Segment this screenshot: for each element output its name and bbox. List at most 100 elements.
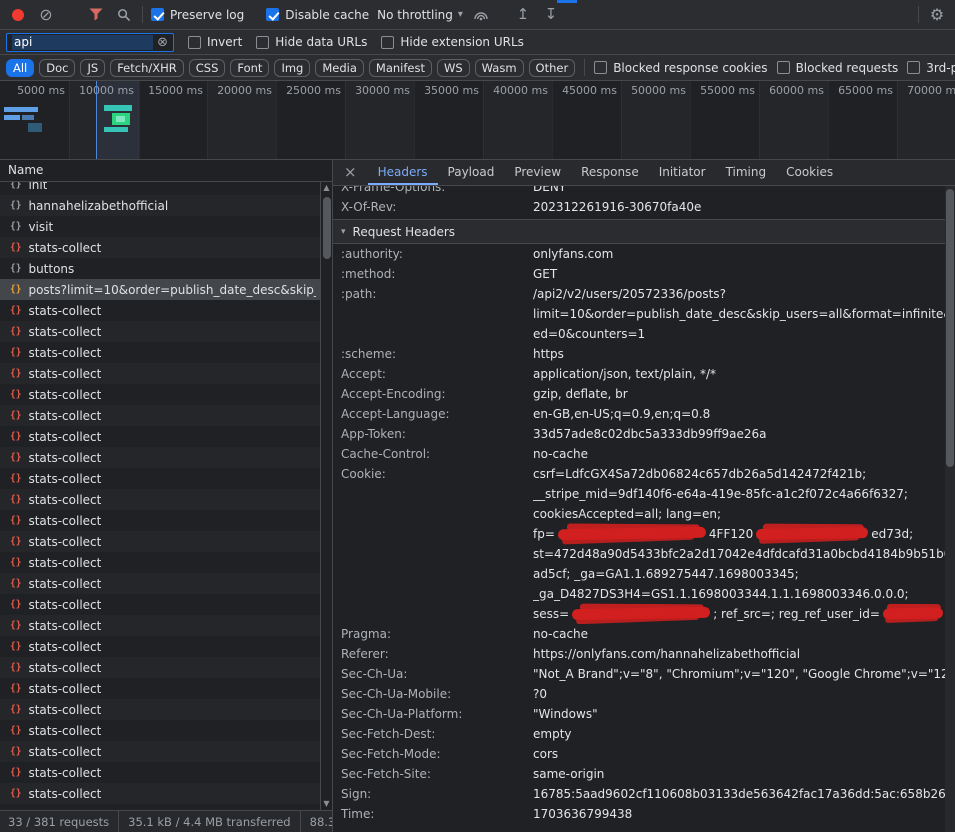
filter-chip-img[interactable]: Img (274, 59, 310, 77)
scroll-up-icon[interactable]: ▲ (323, 182, 329, 194)
request-row[interactable]: {}stats-collect (0, 615, 332, 636)
request-row[interactable]: {}stats-collect (0, 762, 332, 783)
header-value: "Windows" (533, 704, 955, 724)
filter-chip-manifest[interactable]: Manifest (369, 59, 432, 77)
tab-payload[interactable]: Payload (438, 160, 505, 185)
request-row[interactable]: {}stats-collect (0, 489, 332, 510)
hide-data-urls-checkbox[interactable]: Hide data URLs (256, 35, 367, 49)
request-type-icon: {} (10, 746, 21, 757)
settings-button[interactable]: ⚙ (927, 5, 947, 25)
filter-chip-css[interactable]: CSS (189, 59, 226, 77)
status-divider (118, 811, 119, 832)
timeline-band: 50000 ms (621, 81, 690, 159)
request-row[interactable]: {}stats-collect (0, 636, 332, 657)
filter-chip-font[interactable]: Font (230, 59, 269, 77)
request-row[interactable]: {}stats-collect (0, 300, 332, 321)
request-row[interactable]: {}stats-collect (0, 699, 332, 720)
hide-extension-urls-checkbox[interactable]: Hide extension URLs (381, 35, 524, 49)
status-requests: 33 / 381 requests (8, 815, 109, 829)
tab-headers[interactable]: Headers (368, 160, 438, 185)
list-scrollbar[interactable]: ▲ ▼ (320, 182, 332, 810)
request-row[interactable]: {}stats-collect (0, 531, 332, 552)
request-row[interactable]: {}init (0, 182, 332, 195)
clear-filter-icon[interactable]: ⊗ (157, 36, 168, 49)
export-har-button[interactable]: ↥ (513, 5, 533, 25)
scrollbar-thumb[interactable] (323, 197, 331, 259)
filter-chip-fetchxhr[interactable]: Fetch/XHR (110, 59, 184, 77)
filter-input[interactable]: api ⊗ (6, 33, 174, 52)
tab-initiator[interactable]: Initiator (649, 160, 716, 185)
tab-response[interactable]: Response (571, 160, 649, 185)
request-row[interactable]: {}stats-collect (0, 573, 332, 594)
scroll-down-icon[interactable]: ▼ (323, 798, 329, 810)
request-row-selected[interactable]: {}posts?limit=10&order=publish_date_desc… (0, 279, 332, 300)
tab-timing[interactable]: Timing (716, 160, 777, 185)
request-type-icon: {} (10, 704, 21, 715)
request-row[interactable]: {}stats-collect (0, 384, 332, 405)
close-detail-icon[interactable]: × (333, 165, 368, 180)
request-row[interactable]: {}stats-collect (0, 447, 332, 468)
request-row[interactable]: {}stats-collect (0, 363, 332, 384)
request-name: hannahelizabethofficial (28, 199, 168, 213)
request-row[interactable]: {}stats-collect (0, 321, 332, 342)
header-value: no-cache (533, 624, 955, 644)
timeline-tick-label: 30000 ms (346, 81, 414, 97)
search-button[interactable] (114, 5, 134, 25)
clear-network-log-button[interactable]: ⊘ (36, 5, 56, 25)
disable-cache-checkbox[interactable]: Disable cache (266, 8, 369, 22)
filter-chip-ws[interactable]: WS (437, 59, 470, 77)
blocked-response-cookies-checkbox[interactable]: Blocked response cookies (594, 61, 767, 75)
tab-cookies[interactable]: Cookies (776, 160, 843, 185)
header-value: en-GB,en-US;q=0.9,en;q=0.8 (533, 404, 955, 424)
request-headers-section[interactable]: ▾ Request Headers (333, 219, 955, 244)
request-row[interactable]: {}hannahelizabethofficial (0, 195, 332, 216)
request-row[interactable]: {}stats-collect (0, 678, 332, 699)
request-row[interactable]: {}stats-collect (0, 720, 332, 741)
blocked-requests-checkbox[interactable]: Blocked requests (777, 61, 899, 75)
filter-chip-media[interactable]: Media (315, 59, 364, 77)
filter-chip-js[interactable]: JS (80, 59, 105, 77)
request-type-icon: {} (10, 578, 21, 589)
invert-checkbox[interactable]: Invert (188, 35, 242, 49)
detail-scrollbar[interactable] (945, 186, 955, 832)
column-header-name[interactable]: Name (0, 160, 332, 182)
header-row: Accept-Encoding:gzip, deflate, br (333, 384, 955, 404)
import-har-button[interactable]: ↧ (541, 5, 561, 25)
filter-chip-doc[interactable]: Doc (39, 59, 75, 77)
network-overview[interactable]: 5000 ms10000 ms15000 ms20000 ms25000 ms3… (0, 81, 955, 160)
timeline-band: 5000 ms (0, 81, 69, 159)
request-row[interactable]: {}stats-collect (0, 468, 332, 489)
request-name: stats-collect (28, 514, 101, 528)
request-row[interactable]: {}stats-collect (0, 783, 332, 804)
header-name: X-Of-Rev: (341, 197, 533, 217)
scrollbar-thumb[interactable] (946, 189, 954, 467)
preserve-log-checkbox[interactable]: Preserve log (151, 8, 244, 22)
throttling-select[interactable]: No throttling ▾ (377, 8, 463, 22)
timeline-band: 30000 ms (345, 81, 414, 159)
request-row[interactable]: {}stats-collect (0, 741, 332, 762)
timeline-band: 55000 ms (690, 81, 759, 159)
request-row[interactable]: {}visit (0, 216, 332, 237)
network-conditions-button[interactable] (471, 5, 491, 25)
tab-preview[interactable]: Preview (504, 160, 571, 185)
request-row[interactable]: {}stats-collect (0, 426, 332, 447)
request-row[interactable]: {}stats-collect (0, 510, 332, 531)
third-party-requests-checkbox[interactable]: 3rd-party requests (907, 61, 955, 75)
filter-chip-wasm[interactable]: Wasm (475, 59, 524, 77)
record-button[interactable] (8, 5, 28, 25)
header-name: :scheme: (341, 344, 533, 364)
request-row[interactable]: {}stats-collect (0, 342, 332, 363)
header-row: Accept:application/json, text/plain, */* (333, 364, 955, 384)
request-row[interactable]: {}stats-collect (0, 657, 332, 678)
request-row[interactable]: {}stats-collect (0, 552, 332, 573)
filter-chip-all[interactable]: All (6, 59, 34, 77)
request-type-icon: {} (10, 221, 21, 232)
request-row[interactable]: {}stats-collect (0, 594, 332, 615)
filter-chip-other[interactable]: Other (529, 59, 576, 77)
request-row[interactable]: {}stats-collect (0, 237, 332, 258)
request-name: buttons (28, 262, 74, 276)
request-row[interactable]: {}stats-collect (0, 405, 332, 426)
checkbox-unchecked-icon (777, 61, 790, 74)
filter-toggle-button[interactable] (86, 5, 106, 25)
request-row[interactable]: {}buttons (0, 258, 332, 279)
